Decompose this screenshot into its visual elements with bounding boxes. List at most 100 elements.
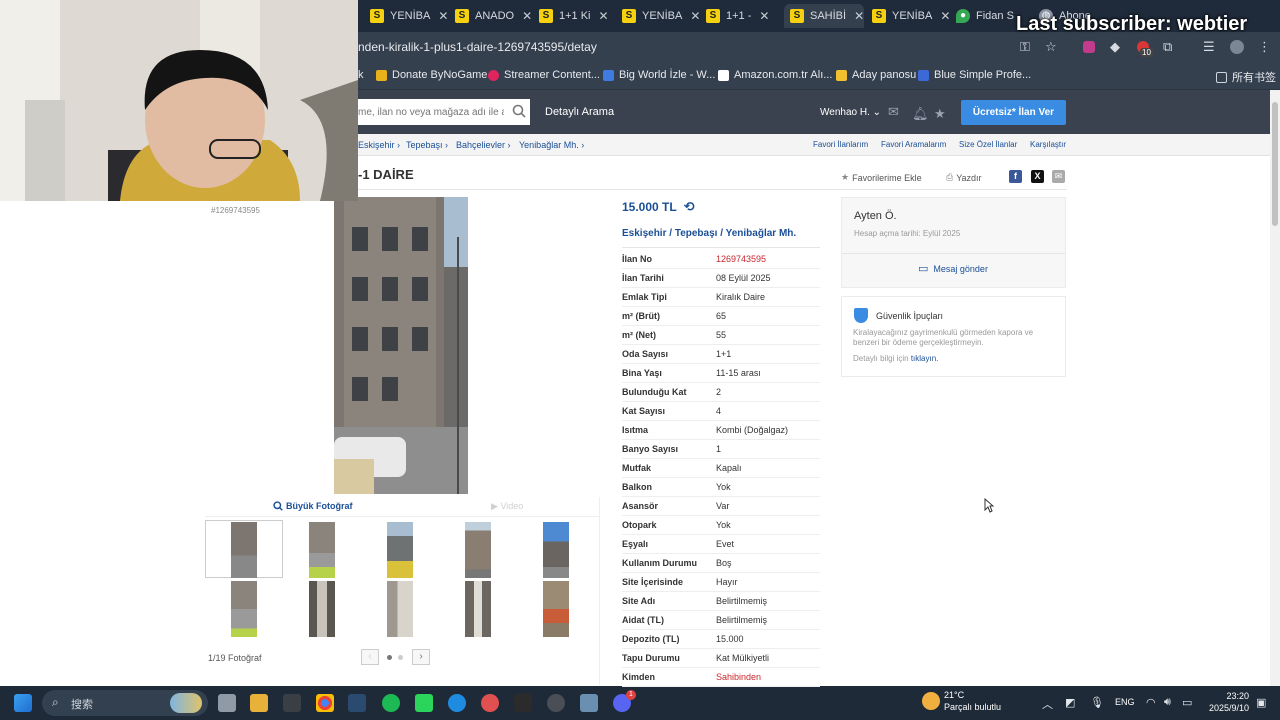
close-icon[interactable]: ✕ (522, 9, 532, 23)
chrome-icon[interactable] (316, 694, 334, 712)
weather[interactable]: 21°C Parçalı bulutlu (944, 689, 1001, 713)
weather-icon[interactable] (922, 692, 940, 710)
main-photo[interactable] (334, 197, 468, 494)
pager-dot-active[interactable] (387, 655, 392, 660)
edge-icon[interactable] (448, 694, 466, 712)
scrollbar[interactable] (1270, 90, 1280, 686)
location-neighborhood[interactable]: Yenibağlar Mh. (726, 228, 797, 239)
speaker-icon[interactable]: 🔊︎ (1164, 696, 1171, 709)
breadcrumb-item[interactable]: Bahçelievler › (456, 140, 511, 150)
bell-icon[interactable]: 🔔︎ (912, 106, 929, 122)
windows-start-icon[interactable] (14, 694, 32, 712)
app-icon[interactable] (283, 694, 301, 712)
browser-tab[interactable]: S 1+1 Ki ✕ (539, 4, 619, 28)
language-indicator[interactable]: ENG (1115, 697, 1135, 707)
battery-icon[interactable]: ▭ (1182, 696, 1192, 709)
safety-more-link[interactable]: tıklayın. (911, 354, 939, 363)
url-text[interactable]: nden-kiralik-1-plus1-daire-1269743595/de… (358, 40, 597, 54)
puzzle-icon[interactable]: ⧉ (1163, 39, 1172, 55)
thumbnail[interactable] (465, 581, 491, 637)
envelope-icon[interactable]: ✉ (888, 104, 899, 120)
bookmark-item[interactable]: Aday panosu (836, 69, 916, 81)
close-icon[interactable]: ✕ (599, 9, 609, 23)
print-button[interactable]: ⎙ Yazdır (946, 172, 982, 183)
thumbnail[interactable] (387, 581, 413, 637)
task-view-icon[interactable] (218, 694, 236, 712)
chevron-right-icon[interactable]: › (412, 649, 430, 665)
search-input[interactable] (358, 99, 530, 125)
menu-icon[interactable]: ⋮ (1258, 39, 1271, 55)
key-icon[interactable]: ⚿ (1020, 39, 1030, 55)
thumbnail[interactable] (465, 522, 491, 578)
facebook-icon[interactable]: f (1009, 170, 1022, 183)
bookmark-item[interactable]: Blue Simple Profe... (918, 69, 1031, 81)
browser-tab[interactable]: S YENİBA ✕ (622, 4, 702, 28)
close-icon[interactable]: ✕ (690, 9, 700, 23)
mail-icon[interactable]: ✉ (1052, 170, 1065, 183)
favorite-listings-link[interactable]: Favori İlanlarım (813, 140, 868, 149)
bookmark-star-icon[interactable]: ☆ (1045, 39, 1057, 55)
add-favorite-button[interactable]: ★ Favorilerime Ekle (841, 172, 922, 183)
bookmarks-folder[interactable]: 所有书签 (1216, 69, 1276, 85)
close-icon[interactable]: ✕ (438, 9, 448, 23)
bookmark-item[interactable]: Donate ByNoGame (376, 69, 487, 81)
location-city[interactable]: Eskişehir (622, 228, 666, 239)
epic-games-icon[interactable] (514, 694, 532, 712)
chevron-left-icon[interactable]: ‹ (361, 649, 379, 665)
avatar[interactable] (1230, 40, 1244, 54)
wifi-icon[interactable]: ◠ (1146, 696, 1156, 709)
notification-icon[interactable]: ▣ (1256, 696, 1266, 709)
thumbnail[interactable] (387, 522, 413, 578)
star-icon[interactable]: ★ (934, 106, 946, 122)
x-icon[interactable]: X (1031, 170, 1044, 183)
extension-icon[interactable] (1083, 41, 1095, 53)
steam-icon[interactable] (348, 694, 366, 712)
price-history-icon[interactable]: ⟲ (684, 199, 695, 215)
app-icon[interactable] (580, 694, 598, 712)
extension-icon[interactable]: ◆ (1110, 39, 1120, 55)
chevron-up-icon[interactable]: ︿ (1042, 696, 1053, 712)
breadcrumb-item[interactable]: Eskişehir › (358, 140, 400, 150)
search-icon[interactable] (512, 104, 526, 118)
browser-tab[interactable]: S 1+1 - ✕ (706, 4, 786, 28)
thumbnail[interactable] (231, 581, 257, 637)
advanced-search-link[interactable]: Detaylı Arama (545, 106, 614, 118)
special-listings-link[interactable]: Size Özel İlanlar (959, 140, 1017, 149)
steelseries-icon[interactable] (547, 694, 565, 712)
big-photo-tab[interactable]: Büyük Fotoğraf (273, 501, 353, 511)
close-icon[interactable]: ✕ (854, 9, 864, 23)
bookmark-item[interactable]: Streamer Content... (488, 69, 600, 81)
pager-dot[interactable] (398, 655, 403, 660)
scrollbar-thumb[interactable] (1272, 102, 1278, 226)
tray-app-icon[interactable]: ◩ (1065, 696, 1075, 709)
thumbnail[interactable] (231, 522, 257, 578)
bookmark-item[interactable]: Amazon.com.tr Alı... (718, 69, 832, 81)
browser-tab-active[interactable]: S SAHİBİ ✕ (784, 4, 864, 28)
compare-link[interactable]: Karşılaştır (1030, 140, 1066, 149)
location-district[interactable]: Tepebaşı (675, 228, 718, 239)
detail-value[interactable]: Sahibinden (716, 672, 761, 682)
clock[interactable]: 23:20 2025/9/10 (1203, 690, 1249, 714)
thumbnail[interactable] (543, 581, 569, 637)
browser-tab[interactable]: S YENİBA ✕ (872, 4, 952, 28)
taskbar-search[interactable]: ⌕ 搜索 (42, 690, 208, 716)
app-icon[interactable] (415, 694, 433, 712)
microphone-icon[interactable]: 🎙︎ (1090, 696, 1104, 709)
post-listing-button[interactable]: Ücretsiz* İlan Ver (961, 100, 1066, 125)
thumbnail[interactable] (543, 522, 569, 578)
thumbnail[interactable] (309, 581, 335, 637)
browser-tab[interactable]: S YENİBA ✕ (370, 4, 450, 28)
user-menu[interactable]: Wenhao H. ⌄ (820, 107, 881, 118)
bookmark-item[interactable]: k (358, 69, 364, 81)
detail-value[interactable]: 1269743595 (716, 254, 766, 264)
close-icon[interactable]: ✕ (759, 9, 769, 23)
spotify-icon[interactable] (382, 694, 400, 712)
reading-list-icon[interactable]: ☰ (1203, 39, 1215, 55)
breadcrumb-item[interactable]: Tepebaşı › (406, 140, 448, 150)
favorite-searches-link[interactable]: Favori Aramalarım (881, 140, 946, 149)
thumbnail[interactable] (309, 522, 335, 578)
browser-tab[interactable]: S ANADO ✕ (455, 4, 535, 28)
breadcrumb-item[interactable]: Yenibağlar Mh. › (519, 140, 584, 150)
send-message-button[interactable]: ▭ Mesaj gönder (918, 262, 988, 275)
close-icon[interactable]: ✕ (940, 9, 950, 23)
